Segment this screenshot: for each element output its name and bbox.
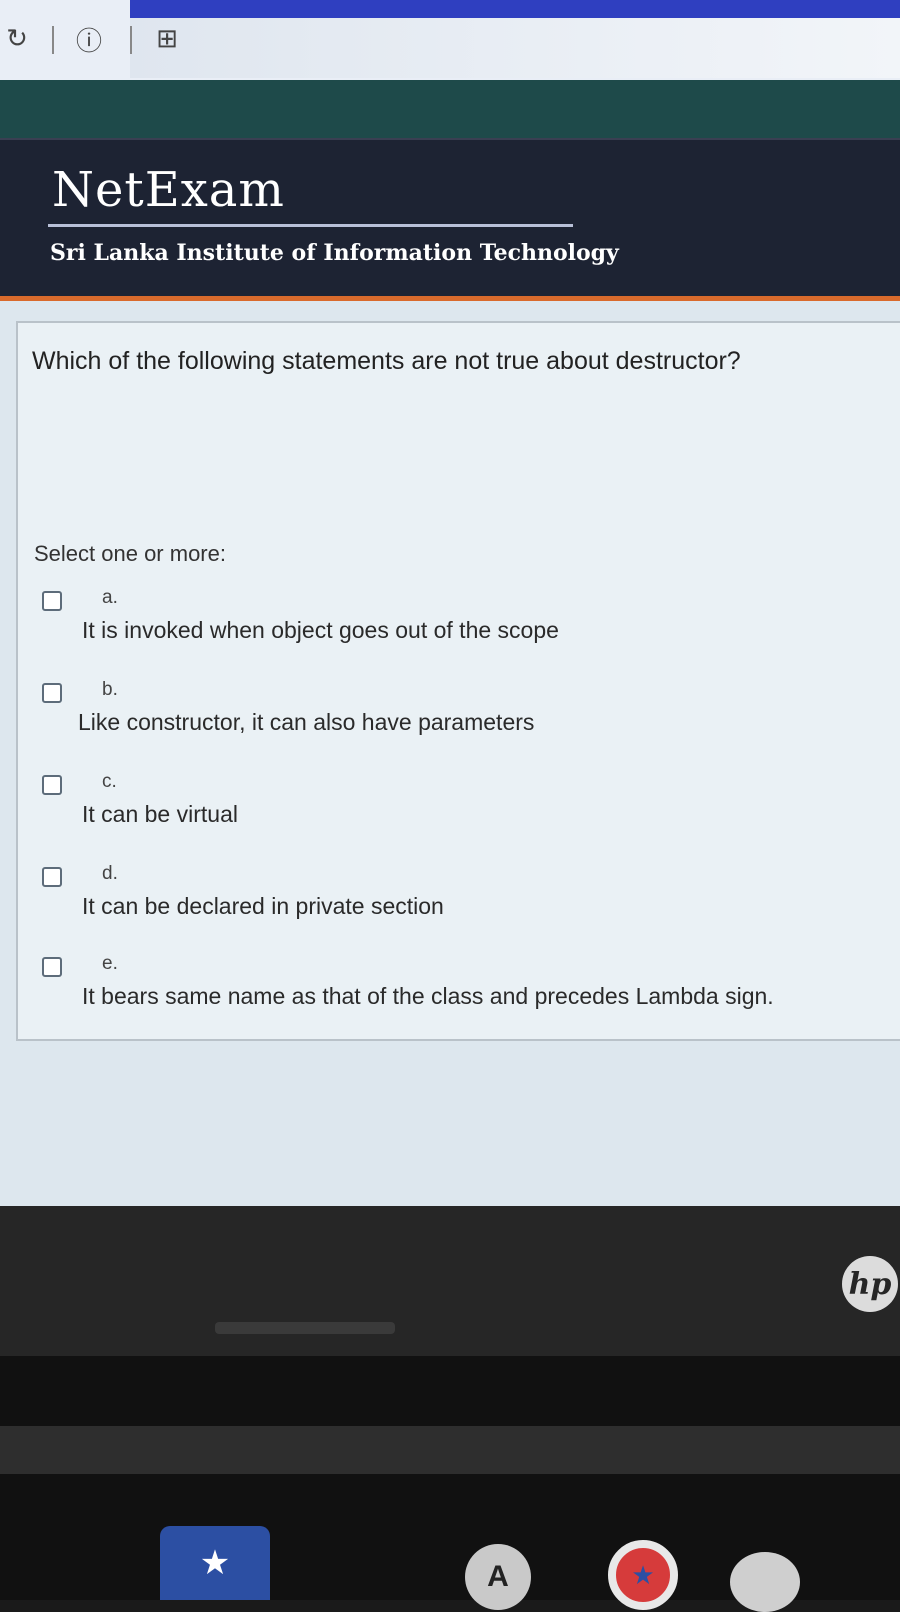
option-e-checkbox[interactable] bbox=[42, 957, 62, 977]
option-letter: c. bbox=[102, 771, 117, 792]
browser-chrome-band bbox=[0, 80, 900, 138]
bezel-notch bbox=[215, 1322, 395, 1334]
logo-underline bbox=[48, 224, 573, 227]
hp-logo: hp bbox=[842, 1256, 898, 1312]
institution-name: Sri Lanka Institute of Information Techn… bbox=[50, 240, 619, 266]
tab-strip bbox=[130, 0, 900, 18]
option-b-checkbox[interactable] bbox=[42, 683, 62, 703]
option-text[interactable]: It bears same name as that of the class … bbox=[82, 983, 774, 1010]
reload-icon[interactable]: ↻ bbox=[2, 24, 32, 54]
laptop-body: ★ A ★ bbox=[0, 1356, 900, 1612]
option-text[interactable]: It can be virtual bbox=[82, 801, 238, 828]
answer-instruction: Select one or more: bbox=[34, 541, 226, 566]
laptop-hinge bbox=[0, 1426, 900, 1474]
bookmark-add-icon[interactable]: ⊞ bbox=[152, 24, 182, 54]
avengers-sticker-icon: A bbox=[465, 1544, 531, 1610]
option-c-checkbox[interactable] bbox=[42, 775, 62, 795]
option-letter: d. bbox=[102, 863, 118, 884]
address-bar[interactable] bbox=[130, 18, 900, 78]
option-d-checkbox[interactable] bbox=[42, 867, 62, 887]
option-letter: e. bbox=[102, 953, 118, 974]
browser-toolbar: ↻ ⓘ ⊞ bbox=[0, 0, 900, 80]
info-icon[interactable]: ⓘ bbox=[74, 24, 104, 57]
option-text[interactable]: It is invoked when object goes out of th… bbox=[82, 617, 559, 644]
question-text: Which of the following statements are no… bbox=[32, 347, 741, 375]
star-sticker-icon: ★ bbox=[160, 1526, 270, 1600]
toolbar-divider bbox=[130, 26, 132, 54]
site-logo[interactable]: NetExam bbox=[52, 162, 285, 218]
option-letter: b. bbox=[102, 679, 118, 700]
round-sticker-icon bbox=[730, 1552, 800, 1612]
option-letter: a. bbox=[102, 587, 118, 608]
laptop-bezel: hp bbox=[0, 1206, 900, 1356]
site-header: NetExam Sri Lanka Institute of Informati… bbox=[0, 138, 900, 300]
question-card: Which of the following statements are no… bbox=[16, 321, 900, 1041]
option-text[interactable]: Like constructor, it can also have param… bbox=[78, 709, 534, 736]
option-text[interactable]: It can be declared in private section bbox=[82, 893, 444, 920]
main-content: Which of the following statements are no… bbox=[0, 301, 900, 1206]
option-a-checkbox[interactable] bbox=[42, 591, 62, 611]
toolbar-divider bbox=[52, 26, 54, 54]
